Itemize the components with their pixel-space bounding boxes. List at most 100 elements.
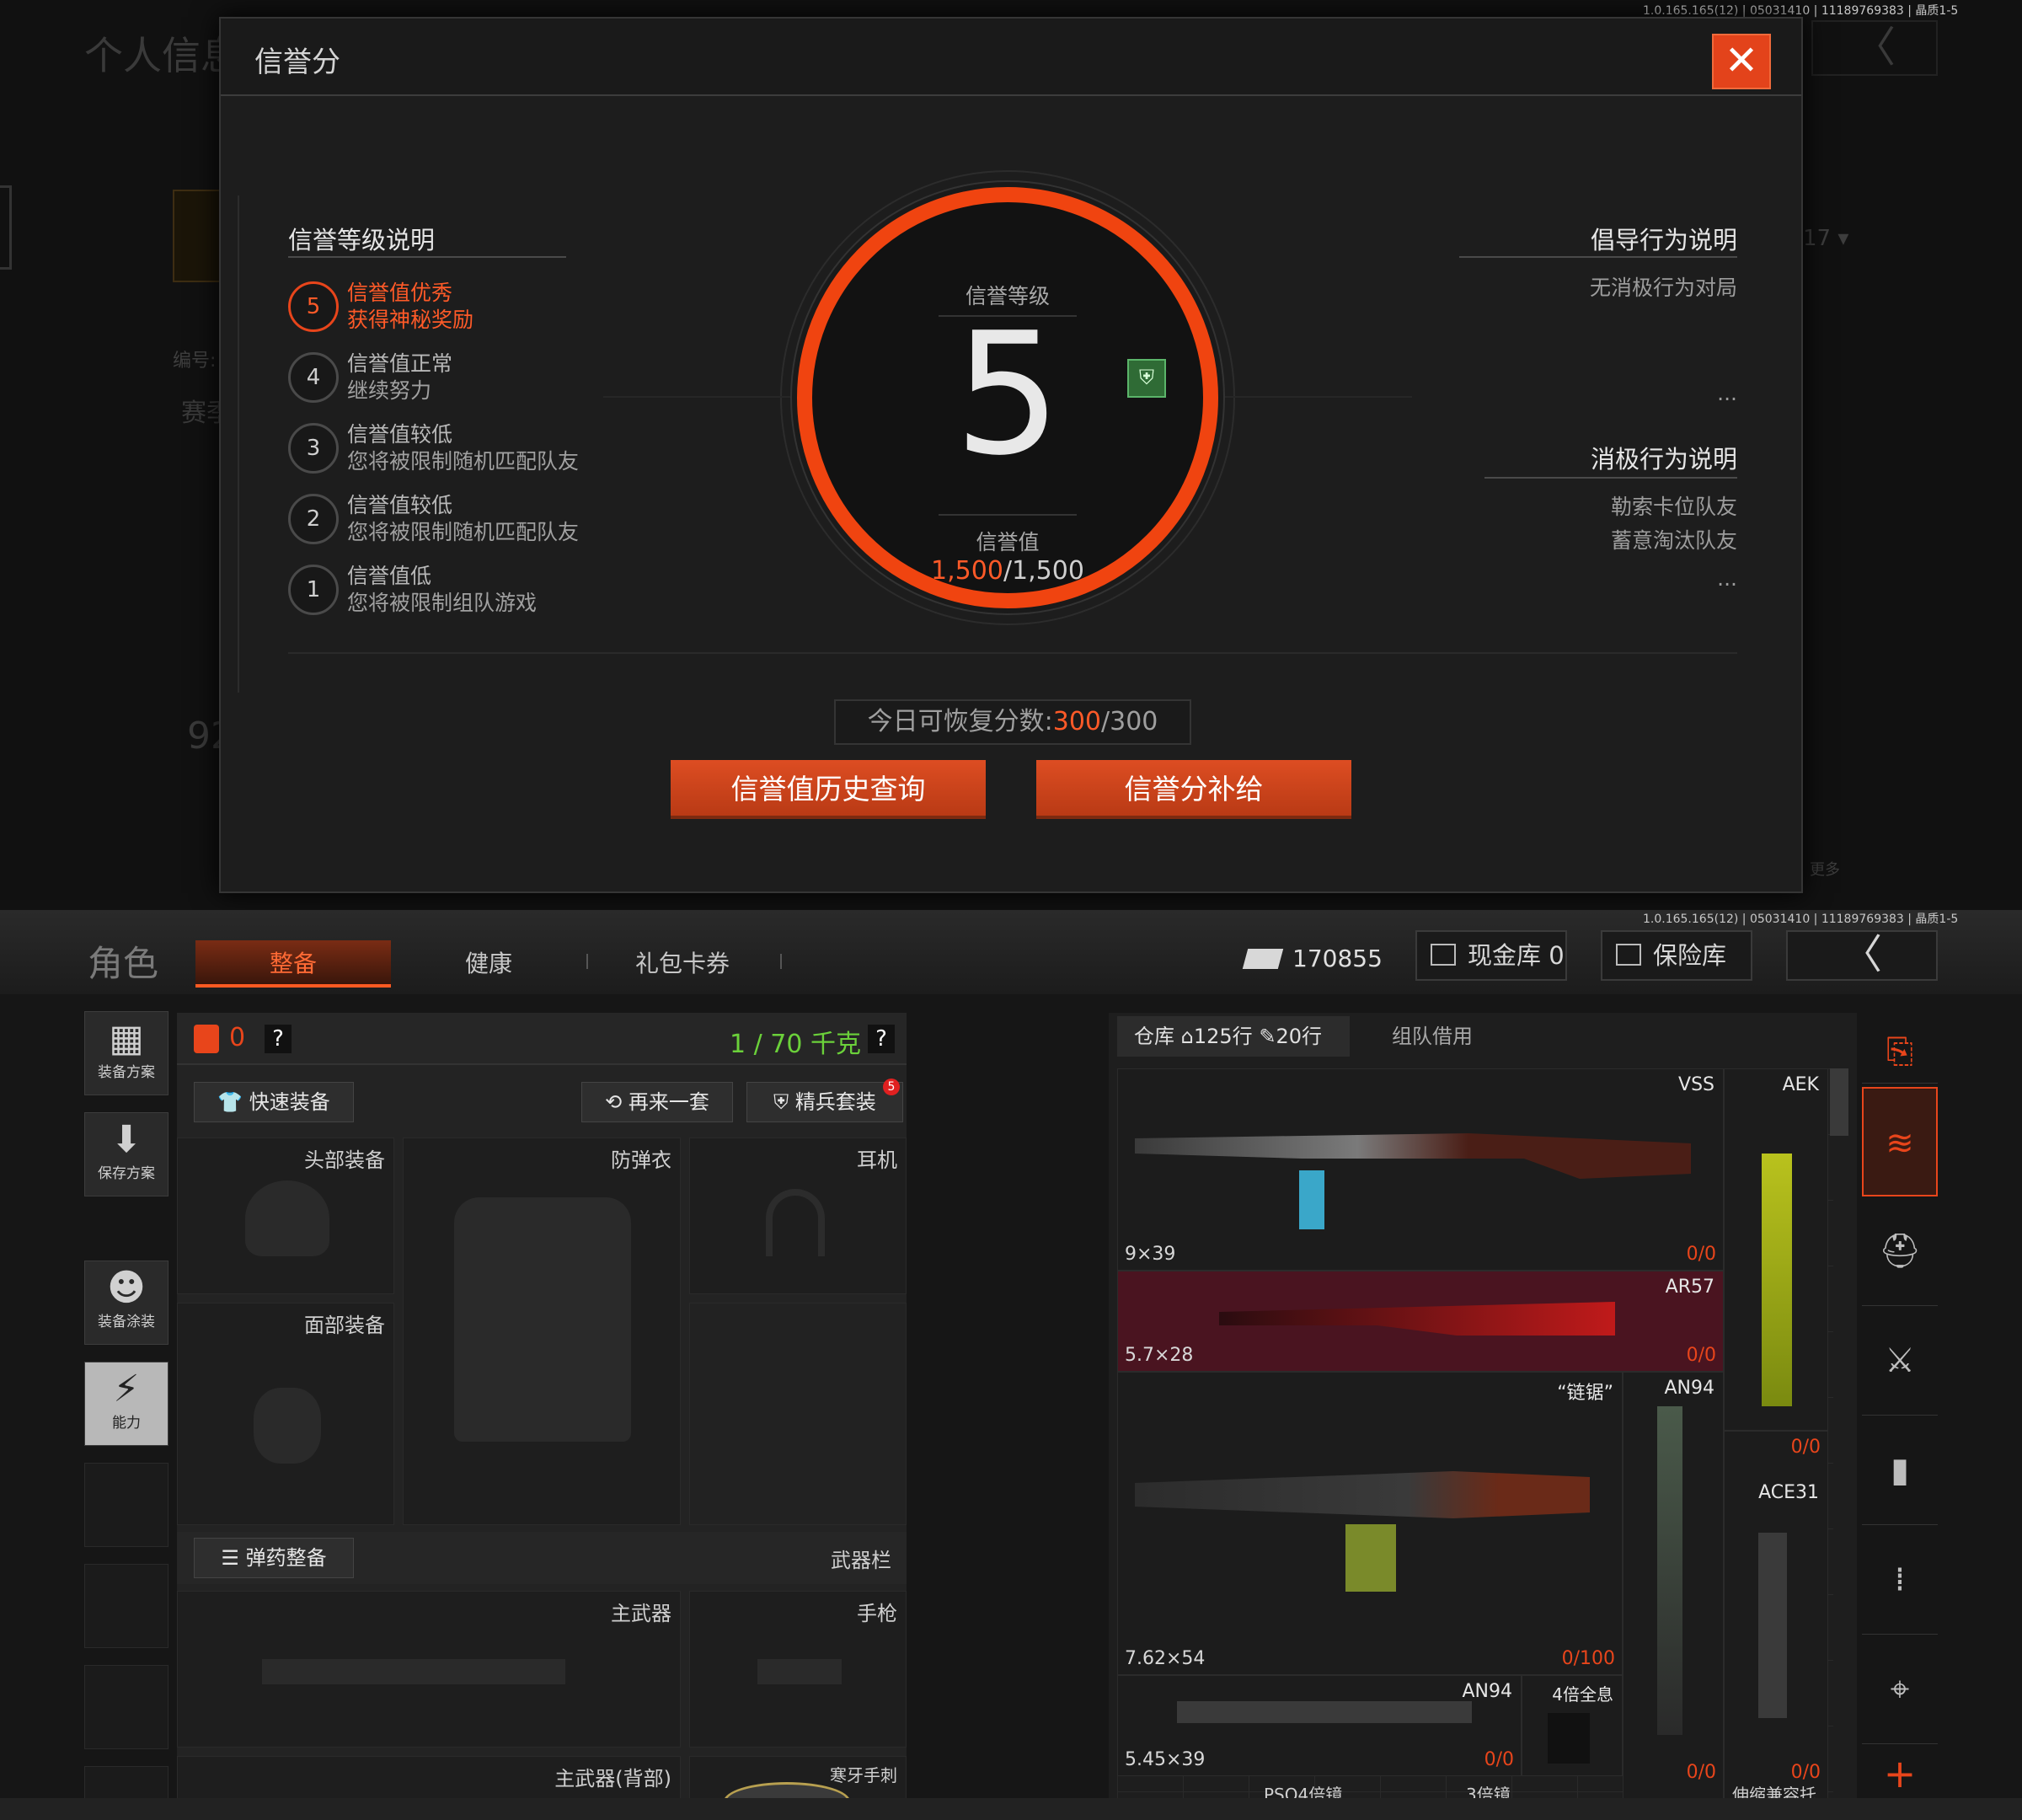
version-label: 1.0.165.165(12) | 05031410 | 11189769383… [1643,913,1959,926]
headset-slot[interactable]: 耳机 [689,1138,907,1294]
back-button[interactable]: 〈 [1786,930,1938,981]
restore-label: 今日可恢复分数: [867,707,1053,736]
cash-icon [1242,949,1284,969]
loadout-plan-button[interactable]: ▦ 装备方案 [84,1011,168,1095]
item-count: 0/0 [1686,1762,1716,1783]
negative-ellipsis: ... [1717,566,1737,591]
score-readout: 1,500/1,500 [812,556,1203,586]
dialog-title: 信誉分 [254,46,340,79]
background-page-title: 个人信息 [84,33,239,78]
face-slot[interactable]: 面部装备 [177,1303,394,1525]
tab-loadout[interactable]: 整备 [195,940,391,988]
item-name: VSS [1678,1074,1714,1095]
pistol-slot[interactable]: 手枪 [689,1591,907,1748]
primary-weapon-label: 主武器 [611,1602,671,1625]
vest-icon: ▦ [109,1017,144,1060]
currency-display: 170855 [1238,935,1383,982]
close-button[interactable]: ✕ [1712,34,1771,89]
warehouse-item[interactable]: “链锯” 7.62×54 0/100 [1117,1372,1623,1675]
level-row-5: 5 信誉值优秀 获得神秘奖励 [288,276,642,335]
head-slot[interactable]: 头部装备 [177,1138,394,1294]
empty-gear-slot [689,1303,907,1525]
bottom-bar [0,1798,2022,1820]
ammo-prep-button[interactable]: ☰ 弹药整备 [194,1538,354,1578]
safe-box-button[interactable]: 保险库 [1601,930,1752,981]
safe-icon [1616,944,1641,966]
score-supply-button[interactable]: 信誉分补给 [1036,760,1351,819]
weight-readout: 1 / 70 千克 [730,1030,861,1059]
dialog-header [221,19,1801,96]
weight-help-button[interactable]: ? [868,1025,895,1053]
vest-silhouette-icon [454,1197,631,1442]
tab-separator [780,954,782,969]
again-button[interactable]: ⟲ 再来一套 [581,1082,733,1122]
warehouse-tab[interactable]: 仓库 ⌂125行 ✎20行 [1117,1016,1350,1057]
tab-gift-coupons[interactable]: 礼包卡券 [607,940,758,988]
magazine-category-icon[interactable]: ▮ [1862,1416,1938,1525]
rank-badge-icon: ⛨ [1127,359,1166,398]
add-icon[interactable]: + [1862,1744,1938,1803]
helmet-category-icon[interactable]: ⛑ [1862,1196,1938,1306]
ammo-box-image [1345,1524,1396,1592]
history-query-button[interactable]: 信誉值历史查询 [671,760,986,819]
sight-category-icon[interactable]: ⌖ [1862,1635,1938,1744]
level-row-2: 2 信誉值较低 您将被限制随机匹配队友 [288,489,642,548]
item-count: 0/0 [1686,1345,1716,1366]
help-button[interactable]: ? [265,1025,292,1053]
levels-divider [288,256,566,258]
pkm-machinegun-image [1135,1471,1590,1518]
warehouse-item[interactable]: AN94 0/0 [1623,1372,1724,1820]
rifle-category-icon[interactable]: ⚔ [1862,1306,1938,1416]
elite-kit-button[interactable]: ⛨ 精兵套装 [746,1082,903,1122]
quick-equip-button[interactable]: 👕 快速装备 [194,1082,354,1122]
level-desc: 继续努力 [347,378,432,403]
headset-silhouette-icon [766,1189,825,1256]
credit-level-ring: 信誉等级 5 信誉值 1,500/1,500 [797,187,1218,608]
ace31-rifle-image [1758,1533,1787,1718]
primary-weapon-slot[interactable]: 主武器 [177,1591,681,1748]
background-more-label: 更多 [1810,861,1840,879]
level-desc: 您将被限制组队游戏 [347,591,538,615]
level-desc: 您将被限制随机匹配队友 [347,449,580,474]
warehouse-item[interactable]: ACE31 0/0 0/0 [1724,1431,1828,1820]
restore-max: /300 [1101,707,1158,736]
level-title: 信誉值较低 [347,493,453,517]
team-borrow-tab[interactable]: 组队借用 [1356,1016,1508,1057]
gear-skin-button[interactable]: ☻ 装备涂装 [84,1261,168,1345]
level-number: 1 [288,565,339,615]
ammo-prep-label: 弹药整备 [245,1546,327,1570]
warehouse-rows: 125行 [1193,1025,1253,1048]
cash-vault-button[interactable]: 现金库 0 [1415,930,1567,981]
ammo-category-icon[interactable]: ⁞ [1862,1525,1938,1635]
item-name: AR57 [1665,1277,1714,1298]
item-caliber: 5.45×39 [1125,1749,1206,1770]
warehouse-item-selected[interactable]: AR57 5.7×28 0/0 [1117,1271,1724,1372]
score-current: 1,500 [931,556,1003,586]
background-avatar [173,190,223,282]
vest-slot[interactable]: 防弹衣 [403,1138,681,1525]
safe-box-label: 保险库 [1653,941,1727,970]
ability-button[interactable]: ⚡ 能力 [84,1362,168,1446]
version-label: 1.0.165.165(12) | 05031410 | 11189769383… [1643,4,1959,18]
warehouse-item[interactable]: AEK [1724,1068,1828,1431]
save-plan-button[interactable]: ⬇ 保存方案 [84,1112,168,1196]
rifle-silhouette-icon [262,1659,565,1684]
stack-filter-icon[interactable]: ⎘ [1862,1020,1938,1084]
item-count: 0/0 [1686,1244,1716,1265]
background-back-button: 〈 [1811,20,1938,76]
warehouse-scrollbar[interactable] [1830,1068,1848,1136]
item-name: ACE31 [1758,1482,1819,1503]
all-items-icon[interactable]: ≋ [1862,1087,1938,1196]
levels-rail [238,195,239,693]
warehouse-label: 仓库 [1134,1025,1174,1048]
item-count: 0/100 [1561,1648,1615,1669]
mask-silhouette-icon [254,1388,321,1464]
quick-equip-label: 快速装备 [249,1090,330,1114]
level-row-3: 3 信誉值较低 您将被限制随机匹配队友 [288,418,642,477]
weapon-bar-header: ☰ 弹药整备 武器栏 [177,1532,907,1584]
warehouse-item[interactable]: VSS 9×39 0/0 [1117,1068,1724,1271]
warehouse-item[interactable]: AN94 5.45×39 0/0 [1117,1675,1522,1776]
tab-health[interactable]: 健康 [421,940,556,988]
level-title: 信誉值较低 [347,422,453,447]
warehouse-item[interactable]: 4倍全息 [1522,1675,1623,1776]
